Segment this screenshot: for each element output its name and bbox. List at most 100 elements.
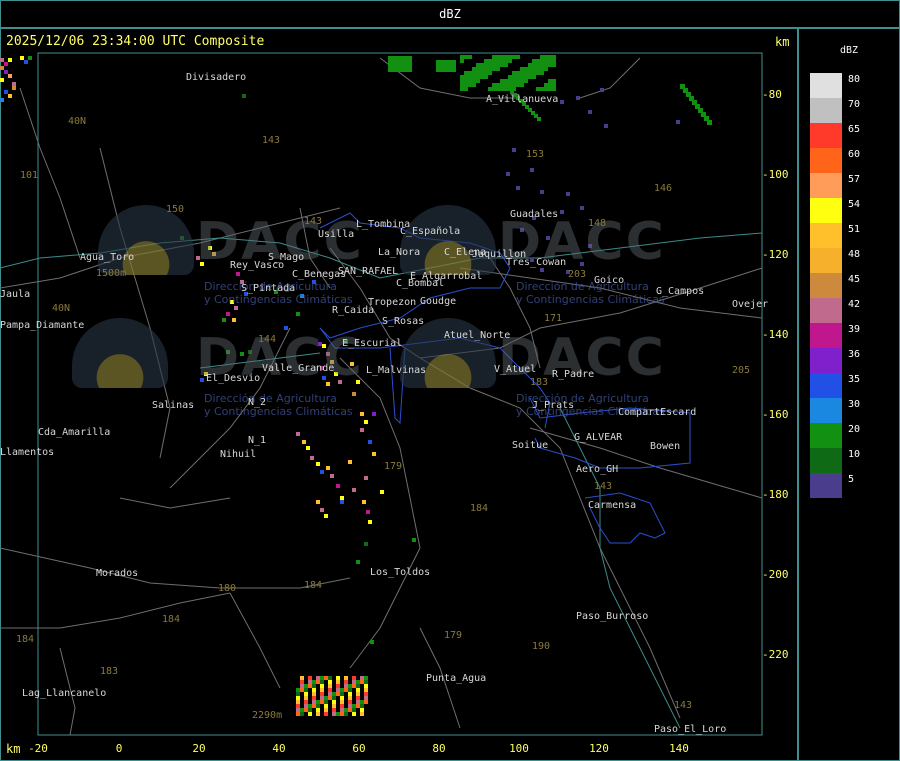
radar-echo-cell [392,56,396,60]
legend-color-swatch [810,348,842,373]
radar-echo-cell [460,75,464,79]
radar-echo-cell [0,58,4,62]
place-label: Tres_Cowan [506,257,567,268]
radar-echo-cell [360,412,364,416]
radar-echo-cell [336,680,340,684]
place-label: CompartEscard [618,407,697,418]
legend-value: 10 [848,449,861,460]
radar-map[interactable] [0,28,798,761]
radar-echo-cell [552,83,556,87]
radar-echo-cell [540,87,544,91]
radar-echo-cell [552,79,556,83]
radar-echo-cell [222,318,226,322]
radar-echo-cell [512,71,516,75]
radar-echo-cell [4,90,8,94]
place-label: Punta_Agua [426,673,487,684]
radar-echo-cell [242,94,246,98]
radar-echo-cell [537,117,541,121]
radar-echo-cell [328,692,332,696]
radar-echo-cell [436,64,440,68]
radar-echo-cell [520,67,524,71]
radar-echo-cell [236,272,240,276]
radar-echo-cell [360,704,364,708]
radar-echo-cell [328,696,332,700]
radar-echo-cell [496,63,500,67]
radar-echo-cell [488,67,492,71]
y-tick: -220 [762,648,789,661]
legend-color-swatch [810,448,842,473]
radar-echo-cell [516,79,520,83]
radar-echo-cell [320,470,324,474]
radar-echo-cell [540,190,544,194]
place-label: Goico [594,275,625,286]
radar-echo-cell [604,124,608,128]
radar-echo-cell [324,704,328,708]
radar-echo-cell [336,688,340,692]
radar-echo-cell [448,68,452,72]
radar-echo-cell [8,74,12,78]
radar-echo-cell [316,500,320,504]
route-number: 153 [526,149,545,160]
radar-echo-cell [540,55,544,59]
y-tick: -80 [762,88,782,101]
radar-echo-cell [324,696,328,700]
place-label: Salinas [152,400,195,411]
radar-echo-cell [444,64,448,68]
radar-echo-cell [312,688,316,692]
radar-echo-cell [312,692,316,696]
place-label: L_Malvinas [366,365,427,376]
radar-echo-cell [504,83,508,87]
radar-echo-cell [504,79,508,83]
route-number: 183 [100,666,119,677]
radar-echo-cell [500,87,504,91]
radar-echo-cell [328,688,332,692]
radar-echo-cell [20,56,24,60]
radar-echo-cell [524,75,528,79]
radar-echo-cell [488,71,492,75]
radar-echo-cell [548,63,552,67]
radar-echo-cell [308,712,312,716]
radar-echo-cell [404,56,408,60]
place-label: G_ALVEAR [574,432,623,443]
radar-echo-cell [296,712,300,716]
legend-value: 42 [848,299,861,310]
radar-echo-cell [324,708,328,712]
radar-echo-cell [336,676,340,680]
radar-echo-cell [440,64,444,68]
route-number: 40N [52,303,71,314]
legend-value: 70 [848,99,861,110]
radar-echo-cell [312,680,316,684]
legend-value: 65 [848,124,861,135]
radar-echo-cell [320,684,324,688]
legend-value: 20 [848,424,861,435]
radar-echo-cell [388,60,392,64]
radar-echo-cell [540,59,544,63]
watermark-subtitle: Dirección de Agricultura y Contingencias … [516,280,665,306]
radar-echo-cell [364,684,368,688]
radar-echo-cell [352,676,356,680]
radar-echo-cell [452,60,456,64]
radar-echo-cell [4,62,8,66]
radar-echo-cell [480,63,484,67]
radar-echo-cell [364,680,368,684]
radar-echo-cell [340,700,344,704]
radar-echo-cell [472,71,476,75]
radar-echo-cell [516,83,520,87]
route-number: 40N [68,116,87,127]
radar-echo-cell [492,67,496,71]
radar-echo-cell [364,420,368,424]
radar-echo-cell [304,696,308,700]
radar-echo-cell [524,79,528,83]
radar-echo-cell [356,692,360,696]
radar-echo-cell [316,704,320,708]
radar-echo-cell [364,700,368,704]
route-number: 183 [530,377,549,388]
elevation-label: 1500m [96,268,127,279]
radar-echo-cell [308,680,312,684]
radar-echo-cell [296,704,300,708]
radar-echo-cell [324,676,328,680]
radar-echo-cell [516,186,520,190]
legend-color-swatch [810,423,842,448]
radar-echo-cell [440,60,444,64]
radar-echo-cell [364,476,368,480]
